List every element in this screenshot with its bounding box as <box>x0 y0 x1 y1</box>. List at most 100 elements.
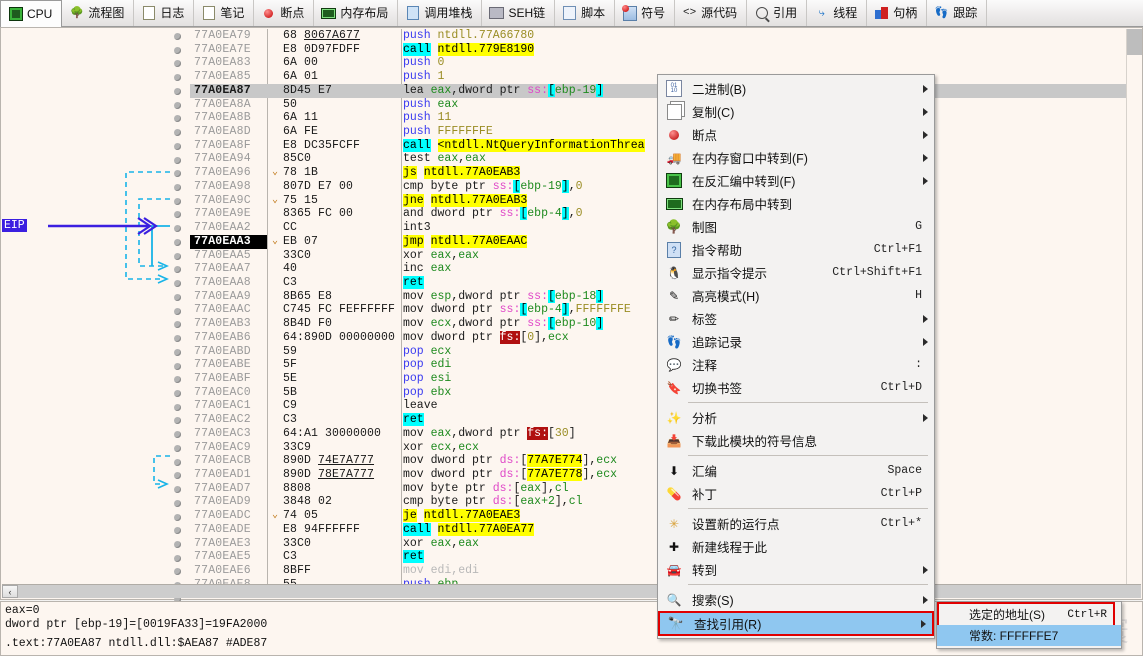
goto-icon: 🚘 <box>666 562 682 577</box>
eip-marker: EIP <box>2 219 27 232</box>
tab-script[interactable]: 脚本 <box>555 0 616 26</box>
tab-handles[interactable]: 句柄 <box>867 0 928 26</box>
menu-item-shortcut: Ctrl+P <box>880 487 922 500</box>
tab-cpu[interactable]: CPU <box>0 0 63 27</box>
instruction-bytes: 33C0 <box>283 536 312 550</box>
menu-item-highlight[interactable]: ✎ 高亮模式(H) H <box>658 284 934 307</box>
menu-item-tooltip[interactable]: 🐧 显示指令提示 Ctrl+Shift+F1 <box>658 261 934 284</box>
menu-item-label: 在反汇编中转到(F) <box>692 175 796 189</box>
instruction-address: 77A0EA8B <box>194 111 251 125</box>
instruction-address: 77A0EACB <box>194 454 251 468</box>
instruction-bytes: 807D E7 00 <box>283 179 354 193</box>
bookmark-icon: 🔖 <box>666 380 682 395</box>
instruction-address: 77A0EA7E <box>194 42 251 56</box>
instruction-address: 77A0EA8F <box>194 138 251 152</box>
menu-item-new-thread[interactable]: ✚ 新建线程于此 <box>658 535 934 558</box>
instruction-bytes: 64:890D 00000000 <box>283 330 396 344</box>
instruction-row[interactable]: 77A0EA79 68 8067A677 push ntdll.77A66780 <box>190 29 1126 43</box>
tab-label: 流程图 <box>88 6 125 20</box>
disassembly-inner: EIP 77A0EA79 68 8067A677 push ntdll.77A667… <box>0 27 1143 656</box>
menu-item-graph[interactable]: 🌳 制图 G <box>658 215 934 238</box>
menu-item-goto-memory[interactable]: 🚚 在内存窗口中转到(F) <box>658 146 934 169</box>
call-stack-icon <box>405 6 420 21</box>
menu-item-assemble[interactable]: ⬇ 汇编 Space <box>658 459 934 482</box>
breakpoint-icon <box>261 6 276 21</box>
menu-item-label[interactable]: ✏ 标签 <box>658 307 934 330</box>
menu-item-label: 追踪记录 <box>692 336 743 350</box>
menu-item-comment[interactable]: 💬 注释: <box>658 353 934 376</box>
instruction-bytes: 33C9 <box>283 440 312 454</box>
menu-separator <box>688 584 928 585</box>
tab-label: 源代码 <box>701 6 738 20</box>
submenu-arrow-icon <box>923 565 928 574</box>
menu-item-trace-record[interactable]: 👣 追踪记录 <box>658 330 934 353</box>
instruction-address: 77A0EAC1 <box>194 399 251 413</box>
cpu-icon <box>8 6 23 21</box>
highlight-icon: ✎ <box>668 288 680 303</box>
tab-memory-map[interactable]: 内存布局 <box>314 0 399 26</box>
tab-log[interactable]: 日志 <box>134 0 195 26</box>
submenu-item[interactable]: 常数: FFFFFFE7 <box>937 625 1121 646</box>
tab-references[interactable]: 引用 <box>747 0 808 26</box>
instruction-bytes: 8D45 E7 <box>283 83 333 97</box>
instruction-bytes: C9 <box>283 399 298 413</box>
instruction-bytes: 59 <box>283 344 298 358</box>
tab-graph[interactable]: 🌳 流程图 <box>62 0 135 26</box>
jump-arrow-gutter: EIP <box>2 29 190 656</box>
tab-label: 线程 <box>833 6 858 20</box>
menu-item-label: 下载此模块的符号信息 <box>692 435 818 449</box>
menu-item-analysis[interactable]: ✨ 分析 <box>658 406 934 429</box>
menu-item-set-eip[interactable]: ✳ 设置新的运行点 Ctrl+* <box>658 512 934 535</box>
instruction-row[interactable]: 77A0EA7E E8 0D97FDFF call ntdll.779E8190 <box>190 42 1126 57</box>
menu-item-label: 注释 <box>692 359 718 373</box>
instruction-bytes: 5B <box>283 385 298 399</box>
disassembly-vertical-scrollbar[interactable] <box>1126 29 1142 584</box>
menu-item-patch[interactable]: 💊 补丁 Ctrl+P <box>658 482 934 505</box>
scrollbar-thumb[interactable] <box>1127 29 1142 55</box>
menu-item-shortcut: H <box>915 289 922 302</box>
menu-item-goto[interactable]: 🚘 转到 <box>658 558 934 581</box>
goto-memmap-icon <box>662 194 686 214</box>
menu-item-find-references[interactable]: 🔭 查找引用(R) <box>658 611 934 636</box>
instruction-bytes: 33C0 <box>283 248 312 262</box>
menu-item-bookmark[interactable]: 🔖 切换书签 Ctrl+D <box>658 376 934 399</box>
tab-breakpoints[interactable]: 断点 <box>254 0 315 26</box>
goto-disasm-icon <box>662 171 686 191</box>
tab-call-stack[interactable]: 调用堆栈 <box>398 0 483 26</box>
instruction-row[interactable]: 77A0EA83 6A 00 push 0 <box>190 56 1126 70</box>
tab-trace[interactable]: 👣 跟踪 <box>927 0 988 26</box>
menu-item-copy[interactable]: 复制(C) <box>658 100 934 123</box>
menu-item-binary[interactable]: 01 10 二进制(B) <box>658 77 934 100</box>
menu-item-help[interactable]: ? 指令帮助 Ctrl+F1 <box>658 238 934 261</box>
instruction-bytes: 6A 00 <box>283 56 319 70</box>
menu-item-download-symbols[interactable]: 📥 下载此模块的符号信息 <box>658 429 934 452</box>
tab-label: 笔记 <box>220 6 245 20</box>
instruction-bytes: 6A FE <box>283 125 319 139</box>
tab-source[interactable]: <> 源代码 <box>675 0 748 26</box>
tab-threads[interactable]: ⤷ 线程 <box>807 0 868 26</box>
menu-item-label: 查找引用(R) <box>694 618 762 632</box>
menu-item-shortcut: Ctrl+F1 <box>873 243 922 256</box>
menu-item-goto-memmap[interactable]: 在内存布局中转到 <box>658 192 934 215</box>
menu-item-breakpoint[interactable]: 断点 <box>658 123 934 146</box>
tab-label: CPU <box>27 6 53 21</box>
menu-item-goto-disasm[interactable]: 在反汇编中转到(F) <box>658 169 934 192</box>
instruction-address: 77A0EAB3 <box>194 317 251 331</box>
tab-seh-chain[interactable]: SEH链 <box>482 0 556 26</box>
set-eip-icon: ✳ <box>668 516 680 531</box>
tab-label: 符号 <box>641 6 666 20</box>
instruction-address: 77A0EAD1 <box>194 468 251 481</box>
disassembly-context-menu[interactable]: 01 10 二进制(B) 复制(C) 断点 🚚 在内存窗口中转到(F) 在反汇编中转到(F) 在… <box>657 74 935 639</box>
instruction-bytes: CC <box>283 221 298 235</box>
find-references-submenu[interactable]: 选定的地址(S) Ctrl+R 常数: FFFFFFE7 <box>936 601 1122 649</box>
submenu-arrow-icon <box>923 84 928 93</box>
tab-symbols[interactable]: 符号 <box>615 0 676 26</box>
menu-item-label: 在内存布局中转到 <box>692 198 793 212</box>
tab-notes[interactable]: 笔记 <box>194 0 255 26</box>
instruction-bytes: 890D 78E7A777 <box>283 468 375 481</box>
comment-icon: 💬 <box>666 357 682 372</box>
handles-icon <box>874 6 889 21</box>
menu-item-search[interactable]: 🔍 搜索(S) <box>658 588 934 611</box>
submenu-item[interactable]: 选定的地址(S) Ctrl+R <box>937 604 1121 625</box>
instruction-address: 77A0EAA7 <box>194 262 251 276</box>
